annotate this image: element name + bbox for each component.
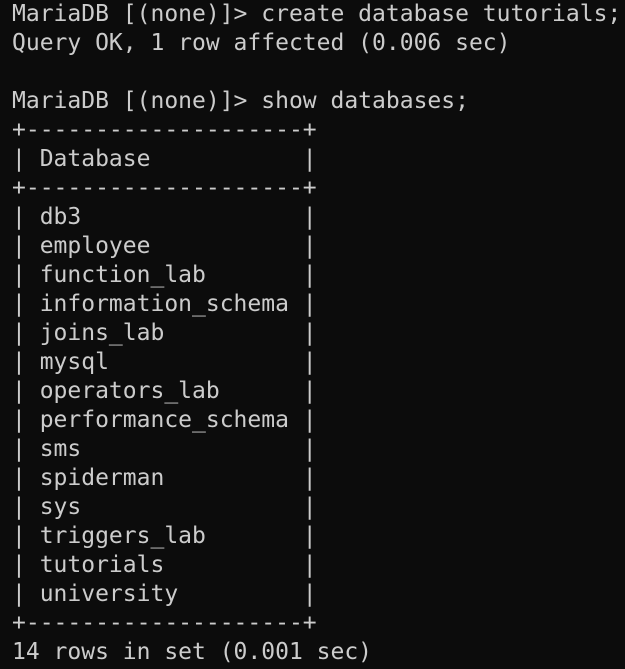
table-row: | sms | — [12, 436, 317, 462]
prompt: MariaDB [(none)]> — [12, 88, 262, 114]
table-row: | performance_schema | — [12, 407, 317, 433]
table-row: | function_lab | — [12, 262, 317, 288]
table-row: | triggers_lab | — [12, 523, 317, 549]
table-border: +--------------------+ — [12, 610, 317, 636]
table-row: | tutorials | — [12, 552, 317, 578]
output-line: 14 rows in set (0.001 sec) — [12, 639, 373, 665]
table-row: | spiderman | — [12, 465, 317, 491]
table-row: | university | — [12, 581, 317, 607]
table-border: +--------------------+ — [12, 117, 317, 143]
command-line: MariaDB [(none)]> create database tutori… — [12, 0, 625, 29]
table-border: +--------------------+ — [12, 175, 317, 201]
table-row: | db3 | — [12, 204, 317, 230]
table-header: | Database | — [12, 146, 317, 172]
terminal-window[interactable]: MariaDB [(none)]> create database tutori… — [0, 0, 625, 669]
output-line: Query OK, 1 row affected (0.006 sec) — [12, 30, 511, 56]
table-row: | mysql | — [12, 349, 317, 375]
command-text: show databases; — [261, 88, 469, 114]
table-row: | joins_lab | — [12, 320, 317, 346]
command-text: create database tutorials; — [261, 1, 622, 27]
table-row: | information_schema | — [12, 291, 317, 317]
table-row: | operators_lab | — [12, 378, 317, 404]
prompt: MariaDB [(none)]> — [12, 1, 262, 27]
command-line: MariaDB [(none)]> show databases; — [12, 87, 625, 116]
table-row: | employee | — [12, 233, 317, 259]
table-row: | sys | — [12, 494, 317, 520]
